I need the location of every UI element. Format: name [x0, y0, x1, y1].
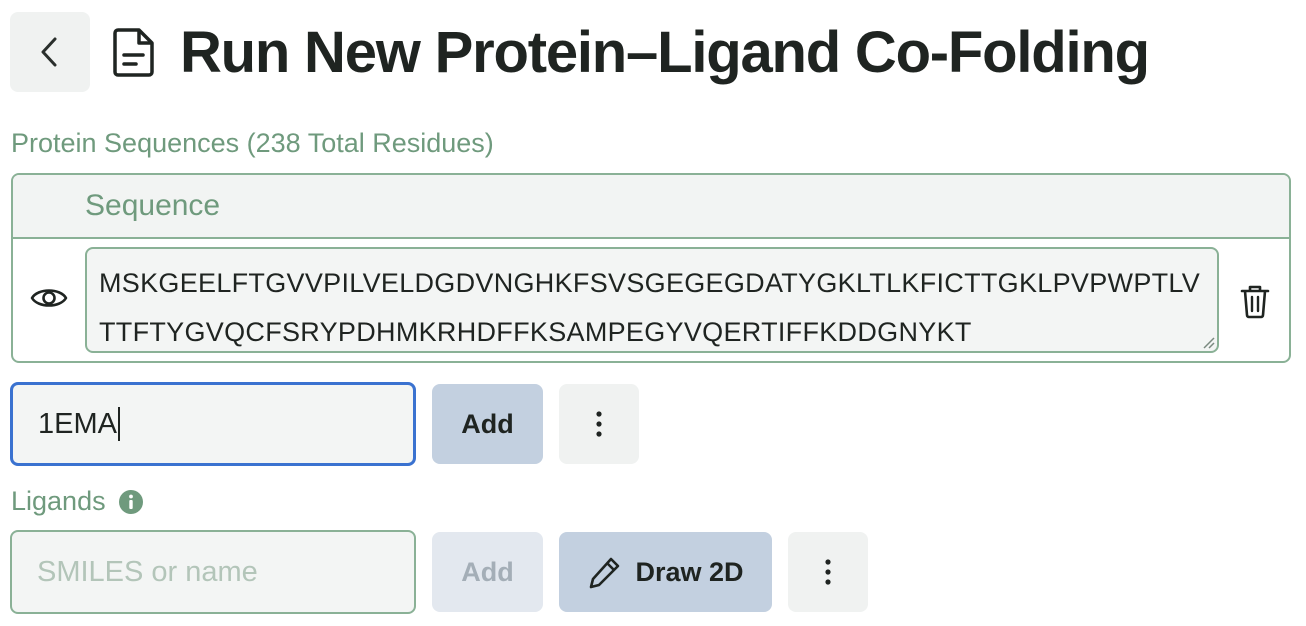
smiles-input-placeholder: SMILES or name [37, 555, 258, 588]
draw-2d-button[interactable]: Draw 2D [559, 532, 772, 612]
sequence-table: Sequence MSKGEELFTGVVPILVELDGDVNGHKFSVSG… [11, 173, 1291, 363]
chevron-left-icon [41, 37, 57, 67]
add-ligand-button[interactable]: Add [432, 532, 543, 612]
smiles-input[interactable]: SMILES or name [10, 530, 416, 614]
document-icon [112, 26, 156, 78]
pdb-id-input[interactable]: 1EMA [10, 382, 416, 466]
view-sequence-button[interactable] [29, 283, 69, 313]
sequence-textarea[interactable]: MSKGEELFTGVVPILVELDGDVNGHKFSVSGEGEGDATYG… [85, 247, 1219, 353]
add-protein-button[interactable]: Add [432, 384, 543, 464]
protein-sequences-label: Protein Sequences (238 Total Residues) [11, 128, 494, 159]
ligands-label-text: Ligands [11, 486, 106, 516]
resize-grip-icon[interactable] [1201, 335, 1215, 349]
delete-sequence-button[interactable] [1239, 283, 1271, 319]
page-header: Run New Protein–Ligand Co-Folding [10, 12, 1150, 92]
pencil-icon [590, 557, 620, 589]
protein-sequences-label-text: Protein Sequences (238 Total Residues) [11, 128, 494, 158]
sequence-text: MSKGEELFTGVVPILVELDGDVNGHKFSVSGEGEGDATYG… [99, 268, 1201, 347]
back-button[interactable] [10, 12, 90, 92]
ligands-label: Ligands [11, 486, 144, 517]
trash-icon [1240, 285, 1270, 319]
sequence-table-header: Sequence [13, 175, 1289, 239]
sequence-row: MSKGEELFTGVVPILVELDGDVNGHKFSVSGEGEGDATYG… [13, 239, 1289, 361]
ligand-more-options-button[interactable] [788, 532, 868, 612]
info-icon[interactable] [118, 489, 144, 515]
sequence-column-header: Sequence [85, 189, 221, 222]
page-title: Run New Protein–Ligand Co-Folding [180, 19, 1150, 85]
protein-more-options-button[interactable] [559, 384, 639, 464]
more-vertical-icon [596, 411, 602, 437]
eye-icon [30, 289, 68, 307]
text-caret [117, 407, 120, 441]
more-vertical-icon [825, 559, 831, 585]
draw-2d-label: Draw 2D [635, 556, 744, 587]
pdb-id-input-value: 1EMA [38, 407, 117, 440]
